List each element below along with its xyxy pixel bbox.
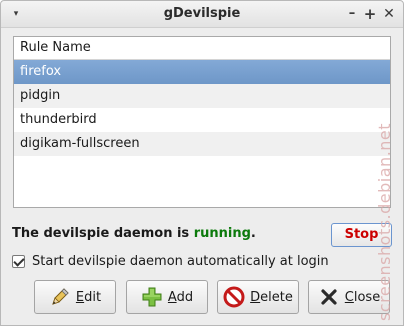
close-button-label: Close (344, 289, 381, 305)
autostart-checkbox[interactable] (12, 254, 25, 268)
rule-name: thunderbird (20, 112, 97, 127)
daemon-status-prefix: The devilspie daemon is (12, 226, 194, 241)
plus-icon (142, 287, 162, 307)
edit-button[interactable]: Edit (34, 280, 116, 314)
daemon-status: The devilspie daemon is running. (12, 226, 256, 241)
list-item[interactable]: thunderbird (14, 108, 390, 132)
list-item[interactable]: pidgin (14, 84, 390, 108)
no-entry-icon (223, 286, 245, 308)
maximize-icon[interactable]: + (361, 5, 379, 23)
title-bar[interactable]: ▾ gDevilspie – + ✕ (1, 1, 403, 28)
list-item[interactable]: digikam-fullscreen (14, 132, 390, 156)
rule-name: pidgin (20, 88, 61, 103)
delete-button-label: Delete (250, 289, 293, 305)
autostart-label[interactable]: Start devilspie daemon automatically at … (32, 254, 329, 269)
rule-name: firefox (20, 64, 62, 79)
edit-button-label: Edit (75, 289, 102, 305)
delete-button[interactable]: Delete (217, 280, 299, 314)
daemon-status-value: running (193, 226, 251, 241)
stop-daemon-button[interactable]: Stop (331, 223, 392, 247)
gdevilspie-window: ▾ gDevilspie – + ✕ Rule Name firefox pid… (0, 0, 404, 326)
add-button-label: Add (167, 289, 194, 305)
minimize-icon[interactable]: – (343, 5, 361, 23)
close-window-icon[interactable]: ✕ (380, 5, 398, 23)
rules-list[interactable]: Rule Name firefox pidgin thunderbird dig… (13, 36, 391, 208)
rule-name: digikam-fullscreen (20, 136, 140, 151)
list-item[interactable]: firefox (14, 60, 390, 84)
close-button[interactable]: Close (308, 280, 390, 314)
x-icon (321, 289, 337, 305)
daemon-status-suffix: . (250, 226, 256, 241)
column-header-rule-name[interactable]: Rule Name (14, 37, 390, 60)
autostart-option[interactable]: Start devilspie daemon automatically at … (12, 252, 329, 270)
add-button[interactable]: Add (126, 280, 208, 314)
pencil-icon (52, 288, 69, 305)
